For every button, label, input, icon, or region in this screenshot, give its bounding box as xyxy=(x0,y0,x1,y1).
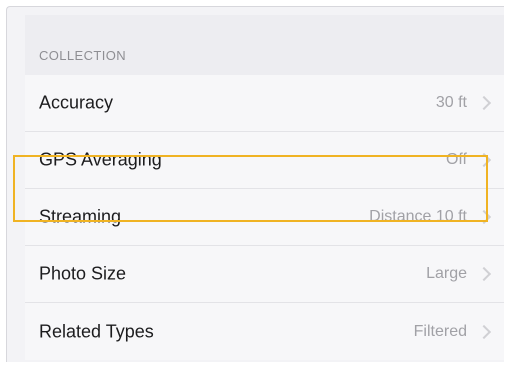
chevron-right-icon xyxy=(476,95,492,111)
setting-label: Related Types xyxy=(39,321,154,341)
setting-row-gps-averaging[interactable]: GPS Averaging Off xyxy=(25,132,504,189)
setting-value: 30 ft xyxy=(435,94,467,111)
setting-row-related-types[interactable]: Related Types Filtered xyxy=(25,303,504,360)
chevron-right-icon xyxy=(476,152,492,168)
chevron-right-icon xyxy=(476,324,492,339)
setting-label: Accuracy xyxy=(39,92,114,113)
setting-value: Off xyxy=(445,151,467,168)
setting-value: Filtered xyxy=(413,322,467,340)
setting-label: Photo Size xyxy=(39,263,127,284)
settings-list: Accuracy 30 ft GPS Averaging Off Streami… xyxy=(25,75,504,360)
section-header-label: COLLECTION xyxy=(39,48,127,63)
setting-row-photo-size[interactable]: Photo Size Large xyxy=(25,246,504,303)
settings-panel: COLLECTION Accuracy 30 ft GPS Averaging … xyxy=(6,6,504,362)
setting-value: Large xyxy=(426,265,467,282)
chevron-right-icon xyxy=(476,266,492,282)
chevron-right-icon xyxy=(476,209,492,225)
setting-row-accuracy[interactable]: Accuracy 30 ft xyxy=(25,75,504,132)
setting-label: GPS Averaging xyxy=(39,149,162,170)
setting-value: Distance 10 ft xyxy=(369,208,467,225)
setting-row-streaming[interactable]: Streaming Distance 10 ft xyxy=(25,189,504,246)
section-header: COLLECTION xyxy=(25,15,504,75)
setting-label: Streaming xyxy=(39,206,122,227)
